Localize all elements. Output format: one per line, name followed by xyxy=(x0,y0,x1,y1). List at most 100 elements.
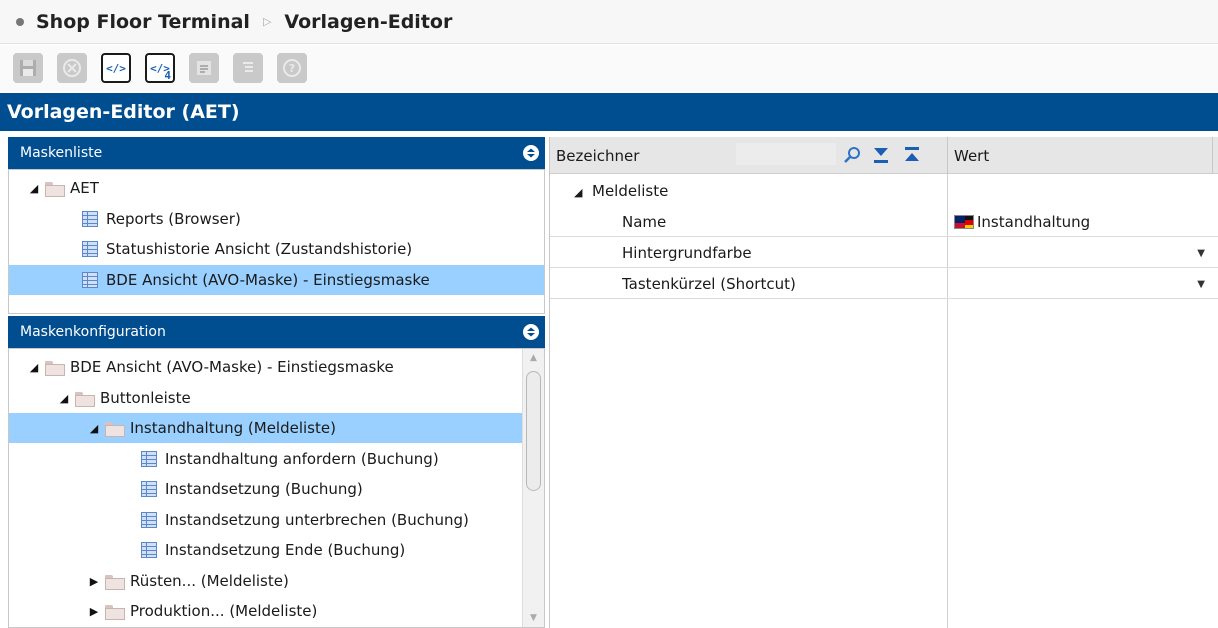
tree-node-statushistorie[interactable]: Statushistorie Ansicht (Zustandshistorie… xyxy=(9,234,544,264)
folder-icon xyxy=(105,574,125,590)
property-group-meldeliste[interactable]: ◢ Meldeliste xyxy=(550,175,1218,206)
breadcrumb-separator-icon: ▷ xyxy=(262,15,272,28)
search-icon[interactable] xyxy=(842,145,862,165)
table-icon xyxy=(141,542,157,558)
breadcrumb-page: Vorlagen-Editor xyxy=(284,10,453,33)
help-icon: ? xyxy=(283,59,301,77)
folder-icon xyxy=(105,604,125,620)
property-value[interactable]: Instandhaltung xyxy=(954,213,1090,231)
maskenliste-title: Maskenliste xyxy=(20,145,103,161)
tree-node-label: BDE Ansicht (AVO-Maske) - Einstiegsmaske xyxy=(70,358,394,376)
folder-icon xyxy=(75,391,95,407)
list-button[interactable] xyxy=(233,53,263,83)
tree-node-label: AET xyxy=(70,179,99,197)
expanded-icon[interactable]: ◢ xyxy=(27,182,41,195)
breadcrumb: Shop Floor Terminal ▷ Vorlagen-Editor xyxy=(0,0,1218,44)
maskenliste-header: Maskenliste xyxy=(8,137,545,169)
collapse-icon[interactable] xyxy=(523,324,539,340)
tree-node-label: Instandhaltung anfordern (Buchung) xyxy=(165,450,439,468)
expanded-icon[interactable]: ◢ xyxy=(574,182,582,200)
expanded-icon[interactable]: ◢ xyxy=(57,392,71,405)
tree-node-label: Produktion... (Meldeliste) xyxy=(130,602,318,620)
table-icon xyxy=(82,211,98,227)
tree-node-label: Statushistorie Ansicht (Zustandshistorie… xyxy=(106,240,413,258)
property-row-tastenkuerzel[interactable]: Tastenkürzel (Shortcut) ▼ xyxy=(550,268,1218,299)
column-divider[interactable] xyxy=(947,137,948,174)
tree-node-label: Instandsetzung Ende (Buchung) xyxy=(165,541,406,559)
tree-node-aet[interactable]: ◢ AET xyxy=(9,173,544,203)
code-button[interactable]: </> xyxy=(101,53,131,83)
tree-node-ruesten[interactable]: ▶ Rüsten... (Meldeliste) xyxy=(9,566,522,596)
expanded-icon[interactable]: ◢ xyxy=(27,361,41,374)
save-icon xyxy=(20,60,36,76)
property-row-hintergrundfarbe[interactable]: Hintergrundfarbe ▼ xyxy=(550,237,1218,268)
table-icon xyxy=(82,241,98,257)
tree-node-buttonleiste[interactable]: ◢ Buttonleiste xyxy=(9,383,522,413)
bullet-icon xyxy=(16,17,24,26)
property-grid-header: Bezeichner Wert xyxy=(550,137,1218,174)
folder-icon xyxy=(45,360,65,376)
tree-node-bde-ansicht[interactable]: BDE Ansicht (AVO-Maske) - Einstiegsmaske xyxy=(9,265,544,295)
maskenliste-tree: ◢ AET Reports (Browser) Statushistorie A… xyxy=(8,169,545,314)
tree-node-leaf[interactable]: Instandsetzung Ende (Buchung) xyxy=(9,535,522,565)
dropdown-arrow-icon[interactable]: ▼ xyxy=(1197,248,1205,259)
column-header-bezeichner[interactable]: Bezeichner xyxy=(556,147,639,165)
page-title: Vorlagen-Editor (AET) xyxy=(7,101,240,123)
folder-icon xyxy=(105,421,125,437)
tree-node-leaf[interactable]: Instandsetzung (Buchung) xyxy=(9,474,522,504)
tree-node-label: BDE Ansicht (AVO-Maske) - Einstiegsmaske xyxy=(106,271,430,289)
toolbar: </> </> 4 ? xyxy=(0,45,1218,91)
language-flag-icon xyxy=(954,215,974,229)
export-button[interactable] xyxy=(189,53,219,83)
scroll-down-icon[interactable]: ▼ xyxy=(523,609,544,627)
collapse-all-icon[interactable] xyxy=(902,145,922,165)
property-grid: Bezeichner Wert ◢ Meldeliste Name Instan… xyxy=(549,137,1218,628)
table-icon xyxy=(141,481,157,497)
scrollbar-thumb[interactable] xyxy=(526,371,541,491)
cancel-button[interactable] xyxy=(57,53,87,83)
table-icon xyxy=(82,272,98,288)
tree-node-leaf[interactable]: Instandhaltung anfordern (Buchung) xyxy=(9,444,522,474)
collapsed-icon[interactable]: ▶ xyxy=(87,575,101,588)
collapse-icon[interactable] xyxy=(523,145,539,161)
column-divider xyxy=(1212,137,1213,174)
column-header-wert[interactable]: Wert xyxy=(954,147,989,165)
tree-node-label: Instandsetzung (Buchung) xyxy=(165,480,363,498)
cancel-icon xyxy=(63,59,81,77)
tree-node-label: Instandhaltung (Meldeliste) xyxy=(130,419,336,437)
property-key: Name xyxy=(622,213,667,231)
svg-text:?: ? xyxy=(289,62,295,75)
code-4-badge: 4 xyxy=(164,69,171,82)
tree-node-label: Rüsten... (Meldeliste) xyxy=(130,572,289,590)
table-icon xyxy=(141,451,157,467)
group-label: Meldeliste xyxy=(592,182,669,200)
expand-all-icon[interactable] xyxy=(871,145,891,165)
tree-node-instandhaltung[interactable]: ◢ Instandhaltung (Meldeliste) xyxy=(9,413,522,443)
expanded-icon[interactable]: ◢ xyxy=(87,422,101,435)
property-value-text: Instandhaltung xyxy=(977,213,1091,231)
code-icon: </> xyxy=(106,61,126,75)
help-button[interactable]: ? xyxy=(277,53,307,83)
dropdown-arrow-icon[interactable]: ▼ xyxy=(1197,279,1205,290)
vertical-scrollbar[interactable]: ▲ ▼ xyxy=(522,349,544,627)
tree-node-reports[interactable]: Reports (Browser) xyxy=(9,204,544,234)
filter-input[interactable] xyxy=(736,143,836,165)
folder-icon xyxy=(45,181,65,197)
table-icon xyxy=(141,512,157,528)
tree-node-produktion[interactable]: ▶ Produktion... (Meldeliste) xyxy=(9,596,522,626)
tree-node-label: Reports (Browser) xyxy=(106,210,241,228)
breadcrumb-app[interactable]: Shop Floor Terminal xyxy=(36,11,250,33)
save-button[interactable] xyxy=(13,53,43,83)
tree-node-label: Instandsetzung unterbrechen (Buchung) xyxy=(165,511,469,529)
maskenkonfiguration-header: Maskenkonfiguration xyxy=(8,316,545,348)
tree-node-bde-root[interactable]: ◢ BDE Ansicht (AVO-Maske) - Einstiegsmas… xyxy=(9,352,522,382)
list-icon xyxy=(243,62,253,72)
scroll-up-icon[interactable]: ▲ xyxy=(523,349,544,367)
property-row-name[interactable]: Name Instandhaltung xyxy=(550,206,1218,237)
code-4-button[interactable]: </> 4 xyxy=(145,53,175,83)
tree-node-label: Buttonleiste xyxy=(100,389,191,407)
export-icon xyxy=(197,61,211,75)
maskenkonfiguration-tree: ◢ BDE Ansicht (AVO-Maske) - Einstiegsmas… xyxy=(8,348,545,628)
tree-node-leaf[interactable]: Instandsetzung unterbrechen (Buchung) xyxy=(9,505,522,535)
collapsed-icon[interactable]: ▶ xyxy=(87,605,101,618)
